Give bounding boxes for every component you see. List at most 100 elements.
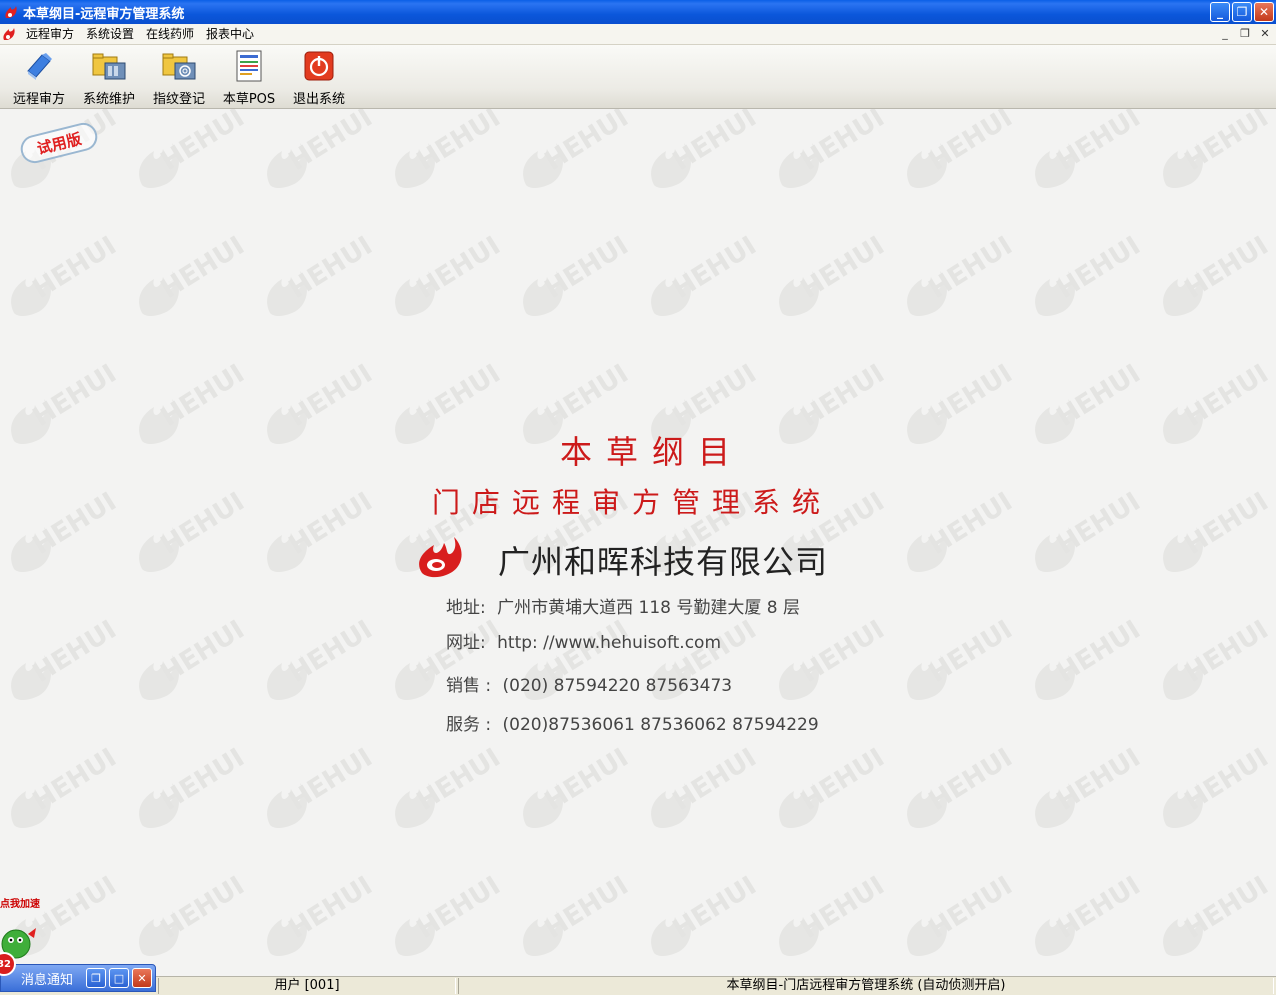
toolbar-fingerprint-register-button[interactable]: 指纹登记 bbox=[146, 49, 212, 107]
menu-system-settings[interactable]: 系统设置 bbox=[80, 24, 140, 44]
watermark-tile: HEHUI bbox=[523, 109, 634, 188]
address-value: 广州市黄埔大道西 118 号勤建大厦 8 层 bbox=[497, 598, 801, 618]
watermark-tile: HEHUI bbox=[907, 231, 1018, 316]
watermark-tile: HEHUI bbox=[1035, 615, 1146, 700]
watermark-tile: HEHUI bbox=[779, 359, 890, 444]
svg-text:HEHUI: HEHUI bbox=[668, 231, 762, 305]
svg-text:HEHUI: HEHUI bbox=[156, 743, 250, 817]
website-value: http: //www.hehuisoft.com bbox=[497, 633, 722, 653]
svg-text:HEHUI: HEHUI bbox=[668, 871, 762, 945]
toolbar-pos-button[interactable]: 本草POS bbox=[216, 49, 282, 107]
toolbar-system-maintenance-button[interactable]: 系统维护 bbox=[76, 49, 142, 107]
svg-text:HEHUI: HEHUI bbox=[924, 109, 1018, 177]
notification-close-button[interactable]: ✕ bbox=[132, 968, 152, 988]
notification-bar[interactable]: 消息通知 ❐ □ ✕ bbox=[0, 964, 156, 992]
toolbar-button-label: 远程审方 bbox=[12, 92, 65, 107]
watermark-tile: HEHUI bbox=[1163, 359, 1274, 444]
toolbar-remote-review-button[interactable]: 远程审方 bbox=[6, 49, 72, 107]
system-name: 门店远程审方管理系统 bbox=[432, 486, 833, 519]
title-bar[interactable]: 本草纲目-远程审方管理系统 _ ❐ ✕ bbox=[0, 0, 1276, 24]
menu-report-center[interactable]: 报表中心 bbox=[200, 24, 260, 44]
minimize-button[interactable]: _ bbox=[1210, 2, 1230, 22]
svg-text:HEHUI: HEHUI bbox=[28, 359, 122, 433]
toolbar-button-label: 本草POS bbox=[222, 92, 276, 107]
svg-text:HEHUI: HEHUI bbox=[412, 359, 506, 433]
watermark-tile: HEHUI bbox=[1163, 487, 1274, 572]
watermark-tile: HEHUI bbox=[651, 743, 762, 828]
toolbar-button-label: 退出系统 bbox=[292, 92, 345, 107]
toolbar-button-label: 系统维护 bbox=[82, 92, 135, 107]
svg-text:HEHUI: HEHUI bbox=[540, 871, 634, 945]
menu-online-pharmacist[interactable]: 在线药师 bbox=[140, 24, 200, 44]
window-title: 本草纲目-远程审方管理系统 bbox=[23, 6, 185, 22]
main-workspace: HEHUI HEHUI HEHUI HEHUI HEHUI HEHUI HEHUI HEHUI… bbox=[0, 109, 1276, 976]
svg-text:HEHUI: HEHUI bbox=[28, 743, 122, 817]
svg-text:HEHUI: HEHUI bbox=[284, 109, 378, 177]
svg-text:HEHUI: HEHUI bbox=[284, 231, 378, 305]
svg-text:HEHUI: HEHUI bbox=[1180, 743, 1274, 817]
svg-text:HEHUI: HEHUI bbox=[1052, 743, 1146, 817]
watermark-tile: HEHUI bbox=[779, 615, 890, 700]
power-icon bbox=[301, 49, 337, 83]
watermark-tile: HEHUI bbox=[907, 615, 1018, 700]
notification-maximize-button[interactable]: □ bbox=[109, 968, 129, 988]
app-logo-icon bbox=[1, 26, 17, 42]
toolbar: 远程审方 系统维护 指纹登记 本草POS 退出系统 bbox=[0, 45, 1276, 109]
svg-text:HEHUI: HEHUI bbox=[796, 615, 890, 689]
watermark-tile: HEHUI bbox=[267, 231, 378, 316]
close-button[interactable]: ✕ bbox=[1254, 2, 1274, 22]
svg-text:HEHUI: HEHUI bbox=[924, 743, 1018, 817]
watermark-tile: HEHUI bbox=[395, 231, 506, 316]
folder-gear-icon bbox=[91, 49, 127, 83]
sales-label: 销售 : bbox=[446, 676, 492, 696]
watermark-tile: HEHUI bbox=[395, 871, 506, 956]
svg-text:HEHUI: HEHUI bbox=[796, 871, 890, 945]
svg-text:HEHUI: HEHUI bbox=[796, 743, 890, 817]
svg-text:HEHUI: HEHUI bbox=[1052, 231, 1146, 305]
svg-text:HEHUI: HEHUI bbox=[156, 615, 250, 689]
mdi-restore-button[interactable]: ❐ bbox=[1238, 25, 1252, 41]
svg-text:HEHUI: HEHUI bbox=[1052, 359, 1146, 433]
watermark-tile: HEHUI bbox=[267, 743, 378, 828]
watermark-tile: HEHUI bbox=[139, 487, 250, 572]
sales-line: 销售 : (020) 87594220 87563473 bbox=[446, 671, 732, 696]
watermark-tile: HEHUI bbox=[395, 109, 506, 188]
watermark-tile: HEHUI bbox=[907, 871, 1018, 956]
company-name: 广州和晖科技有限公司 bbox=[498, 543, 829, 581]
mdi-close-button[interactable]: ✕ bbox=[1258, 25, 1272, 41]
watermark-tile: HEHUI bbox=[139, 615, 250, 700]
svg-text:HEHUI: HEHUI bbox=[284, 871, 378, 945]
svg-text:HEHUI: HEHUI bbox=[540, 109, 634, 177]
watermark-tile: HEHUI bbox=[523, 231, 634, 316]
watermark-tile: HEHUI bbox=[139, 743, 250, 828]
notification-restore-button[interactable]: ❐ bbox=[86, 968, 106, 988]
watermark-tile: HEHUI bbox=[779, 231, 890, 316]
mdi-minimize-button[interactable]: _ bbox=[1218, 25, 1232, 41]
sales-value: (020) 87594220 87563473 bbox=[502, 676, 733, 696]
svg-text:HEHUI: HEHUI bbox=[668, 359, 762, 433]
svg-text:HEHUI: HEHUI bbox=[668, 109, 762, 177]
menu-bar: 远程审方 系统设置 在线药师 报表中心 _ ❐ ✕ bbox=[0, 24, 1276, 45]
watermark-tile: HEHUI bbox=[395, 359, 506, 444]
svg-text:HEHUI: HEHUI bbox=[28, 487, 122, 561]
svg-text:HEHUI: HEHUI bbox=[1180, 359, 1274, 433]
svg-text:HEHUI: HEHUI bbox=[1180, 231, 1274, 305]
watermark-tile: HEHUI bbox=[11, 615, 122, 700]
toolbar-exit-button[interactable]: 退出系统 bbox=[286, 49, 352, 107]
watermark-tile: HEHUI bbox=[1035, 743, 1146, 828]
address-label: 地址: bbox=[446, 598, 486, 618]
watermark-tile: HEHUI bbox=[523, 871, 634, 956]
restore-button[interactable]: ❐ bbox=[1232, 2, 1252, 22]
watermark-tile: HEHUI bbox=[523, 743, 634, 828]
website-line: 网址: http: //www.hehuisoft.com bbox=[446, 628, 721, 653]
watermark-tile: HEHUI bbox=[267, 359, 378, 444]
watermark-tile: HEHUI bbox=[139, 359, 250, 444]
watermark-tile: HEHUI bbox=[1035, 871, 1146, 956]
fingerprint-folder-icon bbox=[161, 49, 197, 83]
svg-text:HEHUI: HEHUI bbox=[156, 359, 250, 433]
watermark-tile: HEHUI bbox=[1035, 487, 1146, 572]
svg-text:HEHUI: HEHUI bbox=[540, 743, 634, 817]
watermark-tile: HEHUI bbox=[907, 359, 1018, 444]
watermark-tile: HEHUI bbox=[267, 109, 378, 188]
menu-remote-review[interactable]: 远程审方 bbox=[20, 24, 80, 44]
